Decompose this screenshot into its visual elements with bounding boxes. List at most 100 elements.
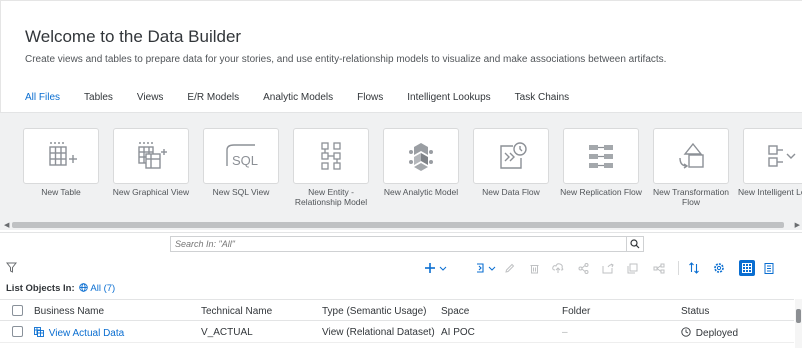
filter-button[interactable] xyxy=(5,262,18,276)
tile-new-er-model[interactable]: New Entity - Relationship Model xyxy=(286,128,376,207)
table-add-icon xyxy=(49,142,77,166)
page-subtitle: Create views and tables to prepare data … xyxy=(25,54,667,65)
scope-label: All (7) xyxy=(90,283,116,294)
space-cell: AI POC xyxy=(441,327,475,338)
table-scrollbar[interactable] xyxy=(795,299,802,348)
list-view-icon xyxy=(764,262,774,274)
graphical-view-icon xyxy=(138,142,167,169)
tab-views[interactable]: Views xyxy=(137,92,164,114)
settings-button[interactable] xyxy=(712,260,726,276)
share-button[interactable] xyxy=(576,260,590,276)
intelligent-lookup-icon xyxy=(768,145,796,167)
column-header-space[interactable]: Space xyxy=(441,306,469,317)
tab-tables[interactable]: Tables xyxy=(84,92,113,114)
scrollbar-thumb[interactable] xyxy=(12,222,784,228)
add-menu-button[interactable] xyxy=(422,260,450,276)
toolbar-separator xyxy=(677,260,679,276)
copy-icon xyxy=(627,263,637,273)
tile-new-sql-view[interactable]: SQL New SQL View xyxy=(196,128,286,197)
tab-intelligent-lookups[interactable]: Intelligent Lookups xyxy=(407,92,490,114)
tab-er-models[interactable]: E/R Models xyxy=(187,92,239,114)
tile-label: New Transformation Flow xyxy=(652,187,730,207)
tile-new-transformation-flow[interactable]: New Transformation Flow xyxy=(646,128,736,207)
create-tiles-strip: New Table New Graphical View SQL New SQL… xyxy=(0,112,802,220)
tile-label: New Replication Flow xyxy=(560,187,642,197)
delete-button[interactable] xyxy=(527,260,541,276)
tile-new-intelligent-lookup[interactable]: New Intelligent Lookup xyxy=(736,128,802,197)
tile-label: New Graphical View xyxy=(112,187,190,197)
edit-button[interactable] xyxy=(502,260,516,276)
tile-view-toggle[interactable] xyxy=(739,260,755,276)
globe-icon xyxy=(79,283,89,292)
grid-view-icon xyxy=(742,263,752,273)
status-text: Deployed xyxy=(695,328,739,339)
tile-new-analytic-model[interactable]: New Analytic Model xyxy=(376,128,466,197)
tile-label: New Intelligent Lookup xyxy=(737,187,802,197)
filter-icon xyxy=(5,262,18,273)
tile-label: New SQL View xyxy=(212,187,270,197)
page-header: Welcome to the Data Builder Create views… xyxy=(0,0,802,114)
table-header: Business Name Technical Name Type (Seman… xyxy=(0,299,794,321)
import-menu-button[interactable] xyxy=(474,260,498,276)
list-view-toggle[interactable] xyxy=(762,260,776,276)
column-header-status[interactable]: Status xyxy=(681,306,709,317)
tiles-scrollbar[interactable]: ◀ ▶ xyxy=(0,220,802,230)
analytic-model-icon xyxy=(409,143,433,171)
search-field[interactable] xyxy=(170,236,644,252)
column-header-technical-name[interactable]: Technical Name xyxy=(201,306,272,317)
copy-button[interactable] xyxy=(625,260,639,276)
folder-move-icon xyxy=(602,263,614,273)
tile-label: New Analytic Model xyxy=(383,187,459,197)
scroll-left-icon[interactable]: ◀ xyxy=(4,221,9,229)
impact-lineage-button[interactable] xyxy=(652,260,666,276)
move-to-folder-button[interactable] xyxy=(601,260,615,276)
deployed-status-icon xyxy=(681,327,691,337)
sort-button[interactable] xyxy=(687,260,701,276)
tile-label: New Table xyxy=(41,187,81,197)
tab-flows[interactable]: Flows xyxy=(357,92,383,114)
replication-flow-icon xyxy=(589,145,613,168)
business-name-text: View Actual Data xyxy=(48,328,125,339)
folder-cell: – xyxy=(562,327,568,338)
tile-new-table[interactable]: New Table xyxy=(16,128,106,197)
scrollbar-thumb[interactable] xyxy=(796,309,801,323)
column-header-business-name[interactable]: Business Name xyxy=(34,306,104,317)
tile-new-data-flow[interactable]: New Data Flow xyxy=(466,128,556,197)
tab-bar: All Files Tables Views E/R Models Analyt… xyxy=(25,92,593,114)
lineage-icon xyxy=(653,263,665,273)
scroll-right-icon[interactable]: ▶ xyxy=(795,221,800,229)
table-row[interactable]: View Actual Data V_ACTUAL View (Relation… xyxy=(0,321,794,343)
search-icon xyxy=(630,239,640,249)
type-cell: View (Relational Dataset) xyxy=(322,327,435,338)
pencil-icon xyxy=(504,263,514,273)
tab-all-files[interactable]: All Files xyxy=(25,92,61,114)
tile-new-replication-flow[interactable]: New Replication Flow xyxy=(556,128,646,197)
list-objects-in: List Objects In: All (7) xyxy=(6,283,115,294)
sql-view-icon: SQL xyxy=(226,144,258,168)
scope-selector[interactable]: All (7) xyxy=(77,283,115,294)
import-icon xyxy=(477,263,496,273)
list-objects-label: List Objects In: xyxy=(6,283,75,294)
select-all-checkbox[interactable] xyxy=(12,305,23,316)
column-header-type[interactable]: Type (Semantic Usage) xyxy=(322,306,427,317)
tile-new-graphical-view[interactable]: New Graphical View xyxy=(106,128,196,197)
tab-analytic-models[interactable]: Analytic Models xyxy=(263,92,333,114)
plus-icon xyxy=(425,263,447,273)
tile-label: New Entity - Relationship Model xyxy=(294,187,368,207)
search-button[interactable] xyxy=(626,236,643,252)
view-icon xyxy=(34,327,44,337)
business-name-link[interactable]: View Actual Data xyxy=(34,327,124,339)
row-checkbox[interactable] xyxy=(12,326,23,337)
page-title: Welcome to the Data Builder xyxy=(25,27,242,46)
sort-icon xyxy=(689,262,699,274)
column-header-folder[interactable]: Folder xyxy=(562,306,590,317)
svg-text:SQL: SQL xyxy=(232,153,258,168)
tab-task-chains[interactable]: Task Chains xyxy=(515,92,569,114)
search-input[interactable] xyxy=(175,238,615,250)
share-icon xyxy=(578,262,588,274)
technical-name-cell: V_ACTUAL xyxy=(201,327,253,338)
tile-label: New Data Flow xyxy=(482,187,540,197)
er-model-icon xyxy=(321,142,341,170)
deploy-button[interactable] xyxy=(551,260,565,276)
deploy-icon xyxy=(552,262,564,273)
